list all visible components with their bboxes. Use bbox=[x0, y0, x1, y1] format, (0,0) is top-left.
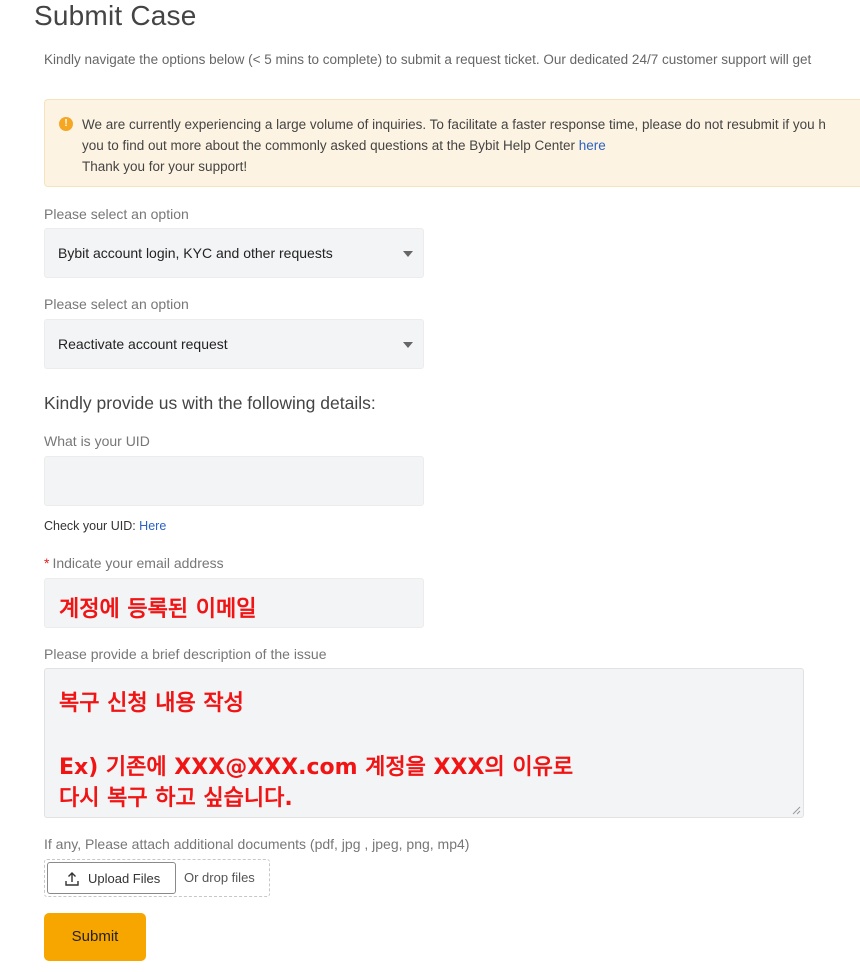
details-heading: Kindly provide us with the following det… bbox=[44, 393, 376, 413]
page-title: Submit Case bbox=[34, 0, 197, 31]
uid-label: What is your UID bbox=[44, 433, 150, 449]
notice-line-1: We are currently experiencing a large vo… bbox=[82, 117, 826, 132]
notice-line-3: Thank you for your support! bbox=[82, 159, 248, 174]
notice-line-2-text: you to find out more about the commonly … bbox=[82, 138, 579, 153]
chevron-down-icon bbox=[403, 342, 413, 348]
description-line-3: 다시 복구 하고 싶습니다. bbox=[59, 786, 293, 811]
page-intro: Kindly navigate the options below (< 5 m… bbox=[44, 52, 812, 67]
notice-line-2: you to find out more about the commonly … bbox=[82, 135, 826, 156]
upload-files-button[interactable]: Upload Files bbox=[47, 862, 176, 894]
category-select[interactable]: Bybit account login, KYC and other reque… bbox=[44, 228, 424, 278]
subcategory-select-value: Reactivate account request bbox=[58, 336, 228, 352]
upload-icon bbox=[65, 872, 79, 886]
category-select-value: Bybit account login, KYC and other reque… bbox=[58, 245, 333, 261]
notice-banner: ! We are currently experiencing a large … bbox=[44, 99, 860, 187]
email-input[interactable]: 계정에 등록된 이메일 bbox=[44, 578, 424, 628]
email-label-text: Indicate your email address bbox=[52, 555, 224, 571]
upload-files-label: Upload Files bbox=[88, 871, 161, 886]
help-center-link[interactable]: here bbox=[579, 138, 606, 153]
description-line-2: Ex) 기존에 XXX@XXX.com 계정을 XXX의 이유로 bbox=[59, 755, 574, 780]
description-line-1: 복구 신청 내용 작성 bbox=[59, 691, 244, 716]
info-icon: ! bbox=[59, 117, 73, 131]
drop-files-label: Or drop files bbox=[184, 870, 255, 885]
subcategory-label: Please select an option bbox=[44, 296, 189, 312]
attachments-label: If any, Please attach additional documen… bbox=[44, 836, 470, 852]
required-mark: * bbox=[44, 555, 50, 571]
submit-button[interactable]: Submit bbox=[44, 913, 146, 961]
email-label: * Indicate your email address bbox=[44, 555, 224, 571]
check-uid-text: Check your UID: bbox=[44, 519, 140, 533]
subcategory-select[interactable]: Reactivate account request bbox=[44, 319, 424, 369]
chevron-down-icon bbox=[403, 251, 413, 257]
check-uid-link[interactable]: Here bbox=[139, 519, 166, 533]
description-textarea[interactable]: 복구 신청 내용 작성 Ex) 기존에 XXX@XXX.com 계정을 XXX의… bbox=[44, 668, 804, 818]
description-label: Please provide a brief description of th… bbox=[44, 646, 327, 662]
resize-grip-icon[interactable] bbox=[791, 805, 801, 815]
file-dropzone[interactable]: Upload Files Or drop files bbox=[44, 859, 270, 897]
notice-text: We are currently experiencing a large vo… bbox=[82, 114, 826, 177]
uid-input[interactable] bbox=[44, 456, 424, 506]
email-input-value: 계정에 등록된 이메일 bbox=[59, 597, 257, 622]
check-uid-help: Check your UID: Here bbox=[44, 519, 166, 533]
category-label: Please select an option bbox=[44, 206, 189, 222]
